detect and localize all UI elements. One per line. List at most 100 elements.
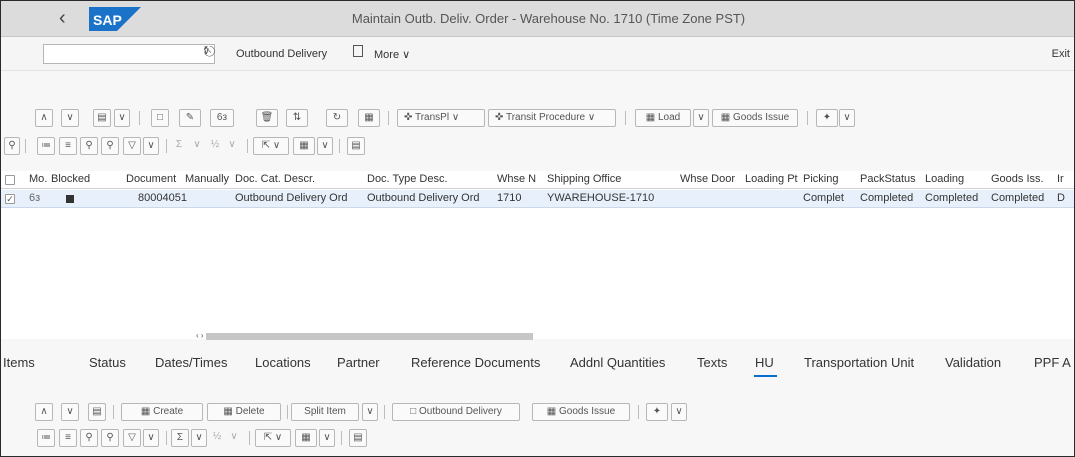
layout-icon[interactable]: ▤ xyxy=(88,403,106,421)
scroll-up-button[interactable]: ∧ xyxy=(35,403,53,421)
load-dropdown-icon[interactable]: ∨ xyxy=(693,109,709,127)
edit-icon[interactable]: ✎ xyxy=(179,109,201,127)
settings-icon[interactable]: ✦ xyxy=(816,109,838,127)
scroll-down-button[interactable]: ∨ xyxy=(61,109,79,127)
column-header[interactable]: Whse Door xyxy=(680,173,742,185)
sort-descending-icon[interactable]: ≡ xyxy=(59,429,77,447)
tab-validation[interactable]: Validation xyxy=(945,355,1001,370)
display-icon[interactable]: 6з xyxy=(210,109,234,127)
split-icon[interactable]: ⇅ xyxy=(286,109,308,127)
sum-icon[interactable]: Σ xyxy=(171,137,187,155)
column-header[interactable]: PackStatus xyxy=(860,173,922,185)
sum-icon[interactable]: Σ xyxy=(171,429,189,447)
new-document-icon[interactable]: □ xyxy=(151,109,169,127)
search-icon[interactable]: ⚲ xyxy=(80,429,98,447)
column-header[interactable]: Picking xyxy=(803,173,857,185)
split-item-button[interactable]: Split Item xyxy=(291,403,359,421)
column-header[interactable]: Doc. Type Desc. xyxy=(367,173,493,185)
search-next-icon[interactable]: ⚲ xyxy=(101,429,119,447)
row-checkbox[interactable]: ✓ xyxy=(5,194,15,204)
filter-icon[interactable]: ▽ xyxy=(123,429,141,447)
column-header[interactable]: Loading xyxy=(925,173,987,185)
display-icon[interactable]: 6з xyxy=(29,192,40,204)
details-icon[interactable]: ▤ xyxy=(347,137,365,155)
page-icon[interactable] xyxy=(353,45,363,57)
details-icon[interactable]: ▤ xyxy=(349,429,367,447)
settings-icon[interactable]: ✦ xyxy=(646,403,668,421)
sort-descending-icon[interactable]: ≡ xyxy=(59,137,77,155)
column-header[interactable]: Ir xyxy=(1057,173,1074,185)
filter-dropdown-icon[interactable]: ∨ xyxy=(143,137,159,155)
split-item-dropdown-icon[interactable]: ∨ xyxy=(362,403,378,421)
subtotal-dropdown-icon[interactable]: ∨ xyxy=(226,429,242,447)
filter-dropdown-icon[interactable]: ∨ xyxy=(143,429,159,447)
transpl-button[interactable]: ✜ TransPl ∨ xyxy=(397,109,485,127)
transit-procedure-button[interactable]: ✜ Transit Procedure ∨ xyxy=(488,109,616,127)
layout-select-icon[interactable]: ▦ xyxy=(295,429,317,447)
layout-icon[interactable]: ▤ xyxy=(93,109,111,127)
column-header[interactable]: Shipping Office xyxy=(547,173,673,185)
scroll-thumb[interactable] xyxy=(206,333,533,340)
title-bar: ‹ SAP Maintain Outb. Deliv. Order - Ware… xyxy=(1,1,1074,37)
column-header[interactable]: Document xyxy=(126,173,180,185)
column-header[interactable]: Doc. Cat. Descr. xyxy=(235,173,363,185)
delete-icon[interactable]: 🗑 xyxy=(256,109,278,127)
sum-dropdown-icon[interactable]: ∨ xyxy=(191,429,207,447)
sort-ascending-icon[interactable]: ≔ xyxy=(37,137,55,155)
document-number[interactable]: 80004051 xyxy=(138,192,187,204)
settings-dropdown-icon[interactable]: ∨ xyxy=(671,403,687,421)
tab-locations[interactable]: Locations xyxy=(255,355,311,370)
filter-icon[interactable]: ▽ xyxy=(123,137,141,155)
create-button[interactable]: ▦ Create xyxy=(121,403,203,421)
subtotal-dropdown-icon[interactable]: ∨ xyxy=(224,137,240,155)
tab-items[interactable]: Items xyxy=(3,355,35,370)
column-header[interactable]: Manually xyxy=(185,173,231,185)
export-icon[interactable]: ⇱ ∨ xyxy=(253,137,289,155)
load-button[interactable]: ▦ Load xyxy=(635,109,691,127)
column-header[interactable]: Whse N xyxy=(497,173,543,185)
layout-select-dropdown-icon[interactable]: ∨ xyxy=(319,429,335,447)
tab-partner[interactable]: Partner xyxy=(337,355,380,370)
tab-status[interactable]: Status xyxy=(89,355,126,370)
tab-texts[interactable]: Texts xyxy=(697,355,727,370)
table-row[interactable]: ✓ 6з 80004051 Outbound Delivery Ord Outb… xyxy=(1,190,1074,208)
scroll-down-button[interactable]: ∨ xyxy=(61,403,79,421)
tab-reference-documents[interactable]: Reference Documents xyxy=(411,355,540,370)
settings-dropdown-icon[interactable]: ∨ xyxy=(839,109,855,127)
tab-dates-times[interactable]: Dates/Times xyxy=(155,355,227,370)
tab-ppf[interactable]: PPF A xyxy=(1034,355,1071,370)
export-icon[interactable]: ⇱ ∨ xyxy=(255,429,291,447)
layout-select-dropdown-icon[interactable]: ∨ xyxy=(317,137,333,155)
more-menu[interactable]: More ∨ xyxy=(374,48,410,61)
subtotal-icon[interactable]: ½ xyxy=(207,137,223,155)
scroll-up-button[interactable]: ∧ xyxy=(35,109,53,127)
horizontal-scrollbar[interactable]: ‹ › xyxy=(1,331,1074,341)
outbound-delivery-menu[interactable]: Outbound Delivery xyxy=(236,48,327,60)
goods-issue-button[interactable]: ▦ Goods Issue xyxy=(532,403,630,421)
tab-addnl-quantities[interactable]: Addnl Quantities xyxy=(570,355,665,370)
outbound-delivery-button[interactable]: □ Outbound Delivery xyxy=(392,403,520,421)
sum-dropdown-icon[interactable]: ∨ xyxy=(189,137,205,155)
delete-button[interactable]: ▦ Delete xyxy=(207,403,281,421)
layout-select-icon[interactable]: ▦ xyxy=(293,137,315,155)
zoom-icon[interactable]: ⚲ xyxy=(4,137,20,155)
command-field[interactable]: ∨ xyxy=(43,44,215,64)
scroll-arrows-icon[interactable]: ‹ › xyxy=(196,331,204,340)
goods-issue-button[interactable]: ▦ Goods Issue xyxy=(712,109,798,127)
search-next-icon[interactable]: ⚲ xyxy=(101,137,119,155)
search-icon[interactable]: ⚲ xyxy=(80,137,98,155)
refresh-icon[interactable]: ↻ xyxy=(326,109,348,127)
layout-dropdown-icon[interactable]: ∨ xyxy=(114,109,130,127)
tab-hu[interactable]: HU xyxy=(755,355,774,370)
tab-transportation-unit[interactable]: Transportation Unit xyxy=(804,355,914,370)
exit-button[interactable]: Exit xyxy=(1052,48,1070,60)
column-header[interactable]: Goods Iss. xyxy=(991,173,1053,185)
command-entry-icon[interactable]: ⎋ xyxy=(204,43,215,60)
save-icon[interactable]: ▦ xyxy=(358,109,380,127)
column-header[interactable]: Mo. xyxy=(29,173,49,185)
select-all-checkbox[interactable] xyxy=(5,175,15,185)
sort-ascending-icon[interactable]: ≔ xyxy=(37,429,55,447)
column-header[interactable]: Blocked xyxy=(51,173,95,185)
subtotal-icon[interactable]: ½ xyxy=(209,429,225,447)
column-header[interactable]: Loading Pt xyxy=(745,173,805,185)
